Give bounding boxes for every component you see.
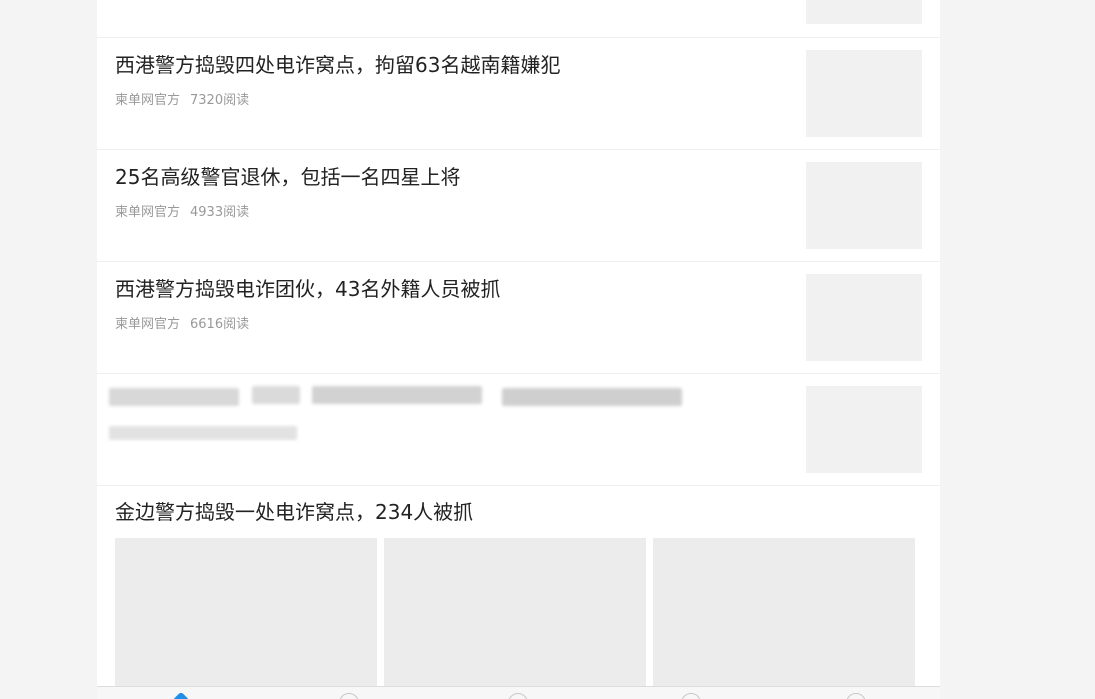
news-thumbnail bbox=[806, 0, 922, 24]
news-source: 柬单网官方 bbox=[115, 317, 181, 332]
news-meta: 柬单网官方 6616阅读 bbox=[115, 316, 249, 334]
news-item-redacted[interactable] bbox=[97, 374, 940, 486]
bottom-tab-bar bbox=[97, 686, 940, 699]
news-title[interactable]: 西港警方捣毁四处电诈窝点，拘留63名越南籍嫌犯 bbox=[115, 52, 560, 78]
circle-icon[interactable] bbox=[508, 693, 528, 699]
news-item[interactable]: 西港警方捣毁电诈团伙，43名外籍人员被抓 柬单网官方 6616阅读 bbox=[97, 262, 940, 374]
profile-icon[interactable] bbox=[846, 693, 866, 699]
news-thumbnail bbox=[806, 50, 922, 137]
news-item[interactable]: 西港警方捣毁四处电诈窝点，拘留63名越南籍嫌犯 柬单网官方 7320阅读 bbox=[97, 38, 940, 150]
news-item-gallery[interactable]: 金边警方捣毁一处电诈窝点，234人被抓 bbox=[97, 486, 940, 699]
news-item[interactable]: 25名高级警官退休，包括一名四星上将 柬单网官方 4933阅读 bbox=[97, 150, 940, 262]
news-title[interactable]: 25名高级警官退休，包括一名四星上将 bbox=[115, 164, 460, 190]
news-item-partial[interactable] bbox=[97, 0, 940, 38]
home-icon[interactable] bbox=[169, 691, 193, 699]
news-thumbnail bbox=[806, 162, 922, 249]
news-feed: 西港警方捣毁四处电诈窝点，拘留63名越南籍嫌犯 柬单网官方 7320阅读 25名高… bbox=[97, 0, 940, 699]
news-title[interactable]: 金边警方捣毁一处电诈窝点，234人被抓 bbox=[115, 499, 473, 525]
news-source: 柬单网官方 bbox=[115, 93, 181, 108]
gallery-image bbox=[653, 538, 915, 698]
news-views: 6616阅读 bbox=[190, 317, 250, 332]
circle-icon[interactable] bbox=[339, 693, 359, 699]
gallery-image bbox=[384, 538, 646, 698]
news-views: 4933阅读 bbox=[190, 205, 250, 220]
news-views: 7320阅读 bbox=[190, 93, 250, 108]
gallery-image bbox=[115, 538, 377, 698]
news-meta: 柬单网官方 7320阅读 bbox=[115, 92, 249, 110]
message-icon[interactable] bbox=[681, 693, 701, 699]
news-title[interactable]: 西港警方捣毁电诈团伙，43名外籍人员被抓 bbox=[115, 276, 500, 302]
news-source: 柬单网官方 bbox=[115, 205, 181, 220]
news-thumbnail bbox=[806, 386, 922, 473]
news-thumbnail bbox=[806, 274, 922, 361]
news-meta: 柬单网官方 4933阅读 bbox=[115, 204, 249, 222]
